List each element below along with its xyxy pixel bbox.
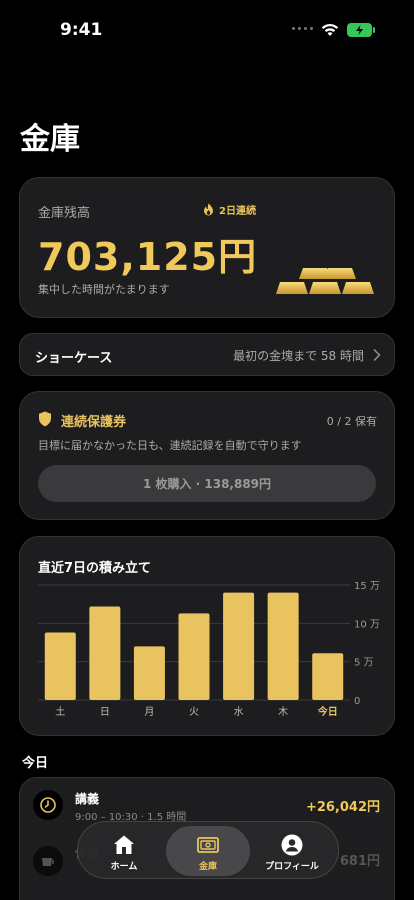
x-tick-label: 今日 <box>317 705 338 718</box>
chart-bar <box>312 653 344 700</box>
home-icon <box>114 835 134 854</box>
y-tick-label: 5 万 <box>354 658 374 669</box>
session-amount: +26,042円 <box>305 800 380 815</box>
chevron-right-icon <box>373 349 381 361</box>
session-name: 講義 <box>75 792 100 806</box>
chart-bar <box>267 592 299 700</box>
tab-bar: ホーム 金庫 プロフィール <box>77 821 339 879</box>
chart-bar <box>44 632 76 700</box>
session-icon <box>33 846 63 876</box>
streak-protection-card: 連続保護券 0 / 2 保有 目標に届かなかった日も、連続記録を自動で守ります … <box>19 391 395 520</box>
x-tick-label: 木 <box>278 706 288 718</box>
purchase-ticket-button[interactable]: 1 枚購入 · 138,889円 <box>38 465 376 502</box>
balance-subtitle: 集中した時間がたまります <box>38 283 170 296</box>
x-tick-label: 火 <box>189 706 199 718</box>
session-amount: 681円 <box>339 854 380 869</box>
profile-icon <box>281 834 303 856</box>
x-tick-label: 月 <box>144 706 154 718</box>
timer-icon <box>40 797 56 813</box>
page-title: 金庫 <box>20 122 80 157</box>
today-label: 今日 <box>22 756 49 771</box>
chart-bar <box>133 646 165 700</box>
status-time: 9:41 <box>60 20 103 40</box>
cup-icon <box>42 858 54 866</box>
chart-bar <box>178 613 210 700</box>
balance-amount: 703,125円 <box>38 235 258 279</box>
x-tick-label: 日 <box>100 707 110 718</box>
balance-label: 金庫残高 <box>38 206 91 221</box>
showcase-row[interactable]: ショーケース 最初の金塊まで 58 時間 <box>19 333 395 376</box>
wifi-icon <box>321 24 339 36</box>
chart-bar <box>223 592 255 700</box>
gold-bars-icon <box>276 268 374 294</box>
tab-label: ホーム <box>110 862 138 872</box>
tab-label: 金庫 <box>198 862 217 872</box>
streak-text: 2日連続 <box>219 206 256 217</box>
showcase-label: ショーケース <box>35 351 113 366</box>
tab-label: プロフィール <box>265 862 319 872</box>
weekly-chart-card: 直近7日の積み立て 05 万 10 万 15 万土日月火水木今日 <box>19 536 395 736</box>
protection-title: 連続保護券 <box>61 415 127 430</box>
protection-description: 目標に届かなかった日も、連続記録を自動で守ります <box>38 439 302 452</box>
status-bar: 9:41 <box>0 0 414 60</box>
tab-profile[interactable]: プロフィール <box>250 826 334 876</box>
x-tick-label: 水 <box>234 706 244 718</box>
y-tick-label: 0 <box>354 696 360 707</box>
weekly-bar-chart: 0 5 万 10 万 15 万土 日 月 火 水 木 今日 <box>38 581 380 718</box>
chart-bar <box>89 606 121 700</box>
signal-icon <box>292 27 314 33</box>
x-tick-label: 土 <box>55 705 65 718</box>
protection-count: 0 / 2 保有 <box>326 415 377 428</box>
session-icon <box>33 790 63 820</box>
tab-home[interactable]: ホーム <box>82 826 166 876</box>
tab-vault[interactable]: 金庫 <box>166 826 250 876</box>
y-tick-label: 15 万 <box>354 581 380 592</box>
showcase-info: 最初の金塊まで 58 時間 <box>233 349 364 363</box>
balance-card: 金庫残高 2日連続 703,125円 集中した時間がたまります <box>19 177 395 318</box>
y-tick-label: 10 万 <box>354 619 380 630</box>
shield-icon <box>39 411 51 427</box>
streak-badge: 2日連続 <box>203 202 256 217</box>
flame-icon <box>204 203 213 216</box>
battery-icon <box>347 23 375 37</box>
vault-icon <box>197 837 219 853</box>
